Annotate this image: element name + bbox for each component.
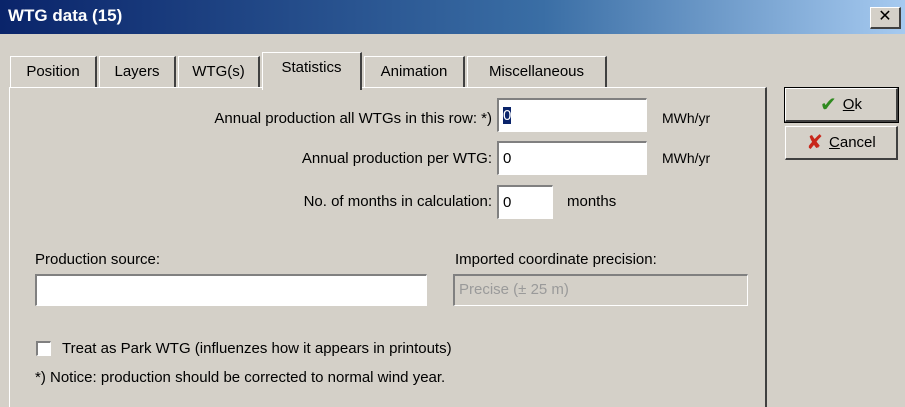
tab-label: Position [26,63,80,80]
check-icon: ✔ [820,93,837,116]
title-bar: WTG data (15) ✕ [0,0,905,34]
annual-production-all-value: 0 [503,107,512,124]
tab-label: Animation [380,63,448,80]
production-notice: *) Notice: production should be correcte… [35,369,446,386]
tab-animation[interactable]: Animation [364,56,465,88]
close-icon: ✕ [878,8,892,25]
tab-label: Miscellaneous [488,63,585,80]
cancel-label: Cancel [829,134,876,151]
production-source-label: Production source: [35,251,161,268]
ok-button[interactable]: ✔ Ok [784,87,899,123]
tab-wtgs[interactable]: WTG(s) [178,56,260,88]
annual-production-per-wtg-value: 0 [503,150,512,167]
coordinate-precision-label: Imported coordinate precision: [455,251,657,268]
window-title: WTG data (15) [8,6,123,25]
months-unit: months [567,193,617,210]
production-source-input[interactable] [35,274,427,306]
park-wtg-label[interactable]: Treat as Park WTG (influenzes how it app… [62,340,452,357]
tab-label: WTG(s) [192,63,245,80]
annual-production-per-wtg-input[interactable]: 0 [497,141,647,175]
months-label: No. of months in calculation: [303,193,492,210]
cancel-button[interactable]: ✘ Cancel [785,126,898,160]
coordinate-precision-field: Precise (± 25 m) [453,274,748,306]
annual-production-all-label: Annual production all WTGs in this row: … [214,110,492,127]
months-input[interactable]: 0 [497,185,553,219]
tab-label: Layers [114,63,160,80]
tab-miscellaneous[interactable]: Miscellaneous [467,56,607,88]
annual-production-per-wtg-unit: MWh/yr [662,150,711,166]
annual-production-all-unit: MWh/yr [662,110,711,126]
ok-label: Ok [842,96,862,113]
x-icon: ✘ [806,131,824,154]
close-button[interactable]: ✕ [870,7,901,29]
tab-label: Statistics [281,59,342,76]
months-value: 0 [503,194,512,211]
park-wtg-checkbox[interactable] [36,341,51,356]
tab-layers[interactable]: Layers [99,56,176,88]
tab-statistics[interactable]: Statistics [262,52,362,90]
annual-production-all-input[interactable]: 0 [497,98,647,132]
annual-production-per-wtg-label: Annual production per WTG: [301,150,492,167]
statistics-panel [9,87,767,407]
tab-position[interactable]: Position [10,56,97,88]
coordinate-precision-value: Precise (± 25 m) [459,281,569,298]
